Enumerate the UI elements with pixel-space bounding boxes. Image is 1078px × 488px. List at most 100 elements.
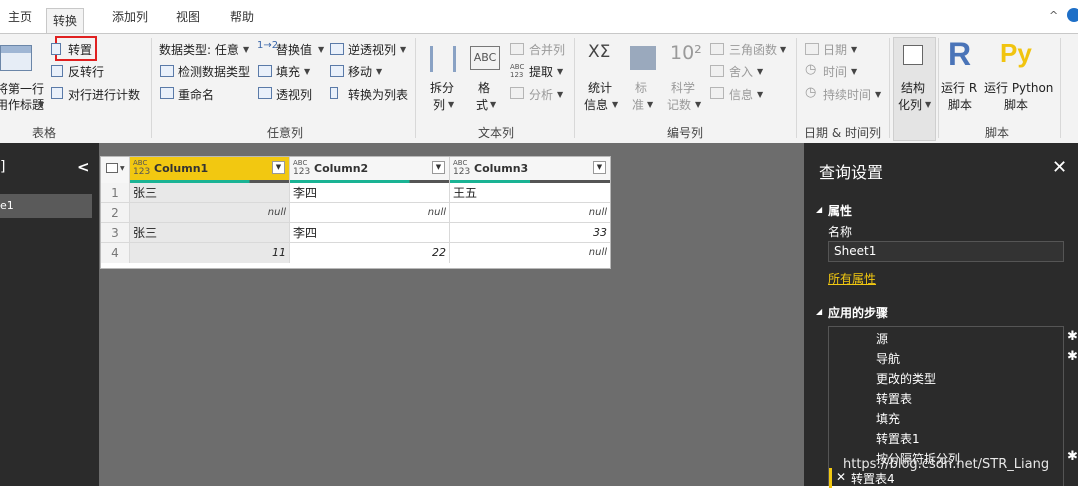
detect-type-button[interactable]: 检测数据类型 xyxy=(178,63,250,80)
table-cell[interactable]: null xyxy=(290,203,450,223)
all-properties-link[interactable]: 所有属性 xyxy=(828,270,876,287)
filter-dropdown-icon[interactable]: ▼ xyxy=(432,161,445,174)
replace-values-button[interactable]: 替换值 xyxy=(276,41,312,58)
unpivot-button[interactable]: 逆透视列 xyxy=(348,41,396,58)
gear-icon[interactable]: ✱ xyxy=(1067,329,1078,344)
rounding-icon xyxy=(710,65,724,77)
standard-label-1[interactable]: 标 xyxy=(635,79,647,96)
column-header-2[interactable]: ABC 123 Column2 ▼ xyxy=(290,157,450,183)
parse-button[interactable]: 分析 xyxy=(529,86,553,103)
tab-help[interactable]: 帮助 xyxy=(224,6,260,28)
table-cell[interactable]: null xyxy=(130,203,290,223)
statistics-label-1[interactable]: 统计 xyxy=(588,79,612,96)
chevron-down-icon: ▼ xyxy=(780,45,787,54)
split-column-label-1[interactable]: 拆分 xyxy=(430,79,454,96)
table-cell[interactable]: 33 xyxy=(450,223,610,243)
transpose-button[interactable]: 转置 xyxy=(68,41,92,58)
group-label-table: 表格 xyxy=(32,126,57,140)
format-label-1[interactable]: 格 xyxy=(478,79,490,96)
merge-columns-button[interactable]: 合并列 xyxy=(529,41,565,58)
step-fill[interactable]: 填充 xyxy=(876,410,900,427)
ribbon: 将第一行 用作标题 ▼ 转置 反转行 对行进行计数 表格 数据类型: 任意 ▼ … xyxy=(0,33,1078,144)
r-logo-icon: R xyxy=(948,36,972,72)
table-cell[interactable]: 李四 xyxy=(290,183,450,203)
table-cell[interactable]: 王五 xyxy=(450,183,610,203)
tab-home[interactable]: 主页 xyxy=(2,6,38,28)
tab-view[interactable]: 视图 xyxy=(170,6,206,28)
data-type-dropdown[interactable]: 数据类型: 任意 xyxy=(159,41,239,58)
group-separator xyxy=(938,38,939,138)
table-cell[interactable]: 李四 xyxy=(290,223,450,243)
group-separator xyxy=(151,38,152,138)
step-changed-type[interactable]: 更改的类型 xyxy=(876,370,936,387)
gear-icon[interactable]: ✱ xyxy=(1067,449,1078,464)
help-icon[interactable] xyxy=(1067,8,1078,22)
group-separator xyxy=(796,38,797,138)
convert-to-list-button[interactable]: 转换为列表 xyxy=(348,86,408,103)
column-header-1[interactable]: ABC 123 Column1 ▼ xyxy=(130,157,290,183)
chevron-down-icon: ▼ xyxy=(612,100,619,109)
type-any-icon: ABC 123 xyxy=(293,159,311,178)
scientific-label-1[interactable]: 科学 xyxy=(671,79,695,96)
trig-button[interactable]: 三角函数 xyxy=(729,41,777,58)
info-button[interactable]: 信息 xyxy=(729,86,753,103)
run-r-script-label-2[interactable]: 脚本 xyxy=(948,96,972,113)
scientific-label-2[interactable]: 记数 xyxy=(667,96,691,113)
filter-dropdown-icon[interactable]: ▼ xyxy=(272,161,285,174)
time-button[interactable]: 时间 xyxy=(823,63,847,80)
run-python-script-label-2[interactable]: 脚本 xyxy=(1004,96,1028,113)
table-cell[interactable]: 张三 xyxy=(130,183,290,203)
chevron-down-icon: ▼ xyxy=(400,45,407,54)
stopwatch-icon: ◷ xyxy=(805,85,817,100)
rename-button[interactable]: 重命名 xyxy=(178,86,214,103)
filter-dropdown-icon[interactable]: ▼ xyxy=(593,161,606,174)
count-rows-button[interactable]: 对行进行计数 xyxy=(68,86,140,103)
table-grid-icon xyxy=(0,45,32,71)
step-source[interactable]: 源 xyxy=(876,330,888,347)
group-label-any-column: 任意列 xyxy=(267,126,304,140)
table-cell[interactable]: 11 xyxy=(130,243,290,263)
collapse-triangle-icon[interactable]: ◢ xyxy=(816,307,822,316)
step-transposed-table-1[interactable]: 转置表1 xyxy=(876,430,920,447)
table-cell[interactable]: 22 xyxy=(290,243,450,263)
chevron-down-icon: ▼ xyxy=(875,90,882,99)
table-menu-button[interactable]: ▼ xyxy=(101,157,130,183)
close-icon[interactable]: ✕ xyxy=(1052,157,1067,178)
pivot-column-button[interactable]: 透视列 xyxy=(276,86,312,103)
extract-button[interactable]: 提取 xyxy=(529,63,553,80)
step-navigation[interactable]: 导航 xyxy=(876,350,900,367)
run-r-script-label-1[interactable]: 运行 R xyxy=(941,79,977,96)
split-column-label-2[interactable]: 列 xyxy=(433,96,445,113)
table-cell[interactable]: null xyxy=(450,243,610,263)
rounding-button[interactable]: 舍入 xyxy=(729,63,753,80)
collapse-panel-icon[interactable]: < xyxy=(77,158,90,176)
statistics-label-2[interactable]: 信息 xyxy=(584,96,608,113)
reverse-rows-button[interactable]: 反转行 xyxy=(68,63,104,80)
column-name: Column2 xyxy=(314,162,369,175)
move-button[interactable]: 移动 xyxy=(348,63,372,80)
date-button[interactable]: 日期 xyxy=(823,41,847,58)
duration-button[interactable]: 持续时间 xyxy=(823,86,871,103)
query-item-sheet1[interactable]: e1 xyxy=(0,194,92,218)
table-cell[interactable]: 张三 xyxy=(130,223,290,243)
watermark-text: https://blog.csdn.net/STR_Liang xyxy=(843,457,1050,472)
use-first-row-label-1[interactable]: 将第一行 xyxy=(0,80,44,97)
group-label-datetime-column: 日期 & 时间列 xyxy=(804,126,881,140)
gear-icon[interactable]: ✱ xyxy=(1067,349,1078,364)
standard-label-2[interactable]: 准 xyxy=(632,96,644,113)
split-column-icon xyxy=(430,46,456,72)
query-name-input[interactable]: Sheet1 xyxy=(828,241,1064,262)
step-transposed-table[interactable]: 转置表 xyxy=(876,390,912,407)
tab-add-column[interactable]: 添加列 xyxy=(106,6,154,28)
fill-button[interactable]: 填充 xyxy=(276,63,300,80)
delete-step-icon[interactable]: ✕ xyxy=(836,470,846,484)
format-label-2[interactable]: 式 xyxy=(476,96,488,113)
tab-transform[interactable]: 转换 xyxy=(46,8,85,35)
table-cell[interactable]: null xyxy=(450,203,610,223)
collapse-ribbon-icon[interactable]: ^ xyxy=(1049,9,1058,22)
run-python-script-label-1[interactable]: 运行 Python xyxy=(984,79,1053,96)
row-number: 3 xyxy=(101,223,130,243)
column-header-3[interactable]: ABC 123 Column3 ▼ xyxy=(450,157,610,183)
collapse-triangle-icon[interactable]: ◢ xyxy=(816,205,822,214)
convert-to-list-icon xyxy=(330,87,338,99)
